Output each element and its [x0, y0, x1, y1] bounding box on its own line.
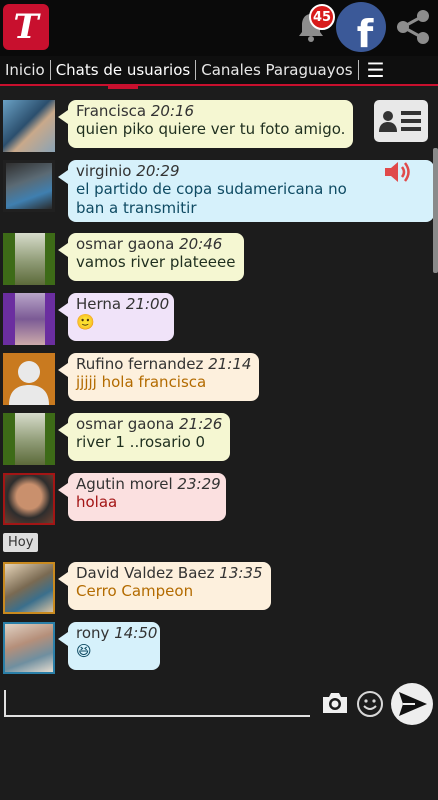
sender-line: osmar gaona 21:26 — [76, 415, 222, 433]
day-separator: Hoy — [3, 533, 39, 552]
top-bar: T 45 f — [0, 0, 438, 56]
chat-list[interactable]: Francisca 20:16 quien piko quiere ver tu… — [0, 88, 438, 678]
message-time: 20:16 — [150, 102, 195, 120]
message-bubble: Agutin morel 23:29 holaa — [58, 473, 226, 521]
message-text: jjjjj hola francisca — [76, 373, 207, 391]
message-input-bar — [0, 678, 438, 738]
tab-chats-de-usuarios[interactable]: Chats de usuarios — [51, 57, 196, 89]
message-input-caret[interactable] — [4, 690, 6, 716]
avatar[interactable] — [3, 413, 55, 465]
sender-name: Rufino fernandez — [76, 355, 204, 373]
message-text: holaa — [76, 493, 118, 511]
scrollbar[interactable] — [433, 148, 438, 273]
facebook-letter: f — [356, 12, 374, 52]
message-bubble: osmar gaona 20:46 vamos river plateeee — [58, 233, 244, 281]
message-text: Cerro Campeon — [76, 582, 194, 600]
message-bubble: Rufino fernandez 21:14 jjjjj hola franci… — [57, 353, 260, 401]
message-time: 23:29 — [177, 475, 221, 493]
tab-canales-paraguayos[interactable]: Canales Paraguayos — [196, 57, 357, 83]
message-time: 13:35 — [219, 564, 263, 582]
message-time: 20:46 — [179, 235, 223, 253]
menu-icon[interactable]: ☰ — [359, 57, 393, 83]
message-text: vamos river plateeee — [76, 253, 236, 271]
avatar[interactable] — [3, 562, 55, 614]
notification-badge[interactable]: 45 — [309, 4, 335, 30]
message-time: 21:00 — [125, 295, 170, 313]
send-icon — [399, 692, 427, 716]
message-bubble: Herna 21:00 🙂 — [58, 293, 174, 341]
sender-name: Agutin morel — [76, 475, 173, 493]
sender-line: osmar gaona 20:46 — [76, 235, 236, 253]
send-button[interactable] — [391, 683, 433, 725]
message-text: quien piko quiere ver tu foto amigo. — [76, 120, 346, 138]
sender-line: Francisca 20:16 — [76, 102, 345, 120]
message-text: 🙂 — [76, 313, 95, 331]
sender-name: osmar gaona — [76, 235, 175, 253]
sender-name: Francisca — [76, 102, 147, 120]
avatar[interactable] — [3, 622, 55, 674]
avatar[interactable] — [3, 473, 55, 525]
avatar[interactable] — [3, 233, 55, 285]
share-icon[interactable] — [394, 8, 432, 46]
contact-card-button[interactable] — [374, 100, 428, 142]
message-time: 21:26 — [179, 415, 223, 433]
tab-inicio[interactable]: Inicio — [0, 57, 50, 83]
sender-line: Herna 21:00 — [76, 295, 170, 313]
message-text-line: el partido de copa sudamericana no — [76, 180, 347, 198]
emoji-icon[interactable] — [356, 690, 384, 718]
message-text: 😆 — [76, 642, 92, 660]
avatar[interactable] — [3, 293, 55, 345]
message-time: 20:29 — [136, 162, 180, 180]
sender-line: Agutin morel 23:29 — [76, 475, 221, 493]
sender-line: rony 14:50 — [76, 624, 157, 642]
tab-bar: Inicio Chats de usuarios Canales Paragua… — [0, 56, 438, 89]
message-time: 21:14 — [208, 355, 252, 373]
sender-line: Rufino fernandez 21:14 — [76, 355, 251, 373]
speaker-icon[interactable] — [382, 158, 412, 186]
avatar[interactable] — [3, 353, 55, 405]
contact-card-icon — [379, 111, 421, 132]
message-bubble: Francisca 20:16 quien piko quiere ver tu… — [57, 100, 354, 148]
camera-icon[interactable] — [320, 690, 350, 716]
sender-name: osmar gaona — [76, 415, 175, 433]
sender-line: virginio 20:29 — [76, 162, 426, 180]
sender-name: rony — [76, 624, 110, 642]
sender-name: Herna — [76, 295, 122, 313]
message-bubble: David Valdez Baez 13:35 Cerro Campeon — [58, 562, 271, 610]
default-avatar-icon — [9, 361, 49, 405]
message-bubble: virginio 20:29 el partido de copa sudame… — [58, 160, 434, 222]
message-text-line: ban a transmitir — [76, 199, 197, 217]
message-time: 14:50 — [114, 624, 158, 642]
message-bubble: osmar gaona 21:26 river 1 ..rosario 0 — [57, 413, 231, 461]
avatar[interactable] — [3, 100, 55, 152]
message-input[interactable] — [4, 715, 310, 717]
app-logo[interactable]: T — [3, 4, 49, 50]
message-text: river 1 ..rosario 0 — [76, 433, 206, 451]
avatar[interactable] — [3, 160, 55, 212]
sender-name: virginio — [76, 162, 132, 180]
sender-name: David Valdez Baez — [76, 564, 215, 582]
sender-line: David Valdez Baez 13:35 — [76, 564, 263, 582]
facebook-icon[interactable]: f — [336, 2, 386, 52]
message-bubble: rony 14:50 😆 — [58, 622, 160, 670]
